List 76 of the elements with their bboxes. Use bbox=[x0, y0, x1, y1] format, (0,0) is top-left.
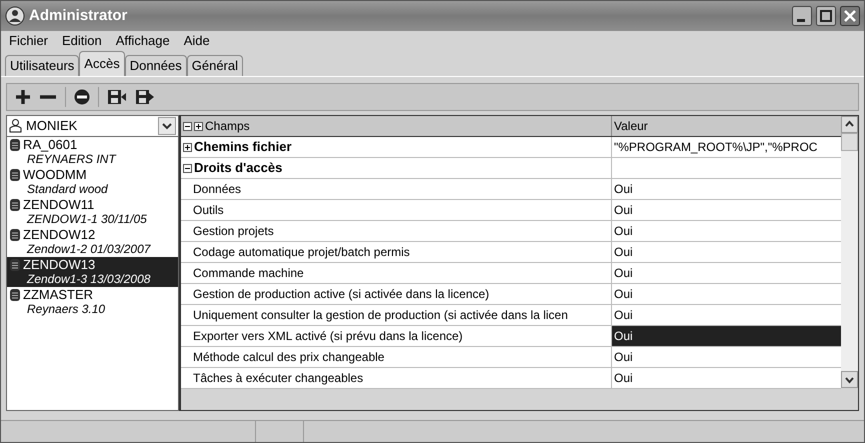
database-item[interactable]: ZENDOW13 Zendow1-3 13/03/2008 bbox=[7, 257, 178, 287]
table-cell[interactable]: Oui bbox=[612, 200, 841, 220]
database-name: RA_0601 bbox=[23, 138, 78, 151]
table-cell: Uniquement consulter la gestion de production (si activée dans la licen bbox=[181, 305, 612, 325]
table-cell: Tâches à exécuter changeables bbox=[181, 368, 612, 388]
column-header[interactable]: Champs bbox=[181, 116, 612, 136]
database-description: Zendow1-2 01/03/2007 bbox=[26, 242, 152, 257]
collapse-all-icon[interactable] bbox=[183, 122, 192, 130]
database-description: REYNAERS INT bbox=[26, 152, 118, 167]
minimize-icon[interactable] bbox=[792, 6, 812, 26]
table-cell: Données bbox=[181, 179, 612, 199]
menu-item[interactable]: Edition bbox=[62, 31, 102, 51]
expand-all-icon[interactable] bbox=[194, 122, 203, 130]
collapse-icon[interactable] bbox=[183, 164, 192, 172]
database-description: Zendow1-3 13/03/2008 bbox=[26, 272, 152, 287]
chevron-down-icon[interactable] bbox=[158, 117, 176, 135]
column-header[interactable]: Valeur bbox=[612, 116, 841, 136]
menu-item[interactable]: Affichage bbox=[116, 31, 170, 51]
remove-icon[interactable] bbox=[74, 89, 90, 105]
menu-item[interactable]: Aide bbox=[184, 31, 210, 51]
database-item[interactable]: ZENDOW11 ZENDOW1-1 30/11/05 bbox=[7, 197, 178, 227]
group-label: Chemins fichier bbox=[194, 138, 292, 156]
database-name: ZZMASTER bbox=[23, 288, 94, 301]
database-description: Standard wood bbox=[26, 182, 109, 197]
table-cell: Codage automatique projet/batch permis bbox=[181, 242, 612, 262]
database-item[interactable]: WOODMM Standard wood bbox=[7, 167, 178, 197]
table-cell: Gestion projets bbox=[181, 221, 612, 241]
database-name: ZENDOW12 bbox=[23, 228, 96, 241]
window-title: Administrator bbox=[29, 6, 128, 26]
database-description: Reynaers 3.10 bbox=[26, 302, 106, 317]
database-icon bbox=[9, 258, 21, 272]
database-icon bbox=[9, 198, 21, 212]
menu-item[interactable]: Fichier bbox=[9, 31, 48, 51]
table-cell[interactable]: Oui bbox=[612, 221, 841, 241]
table-cell: Méthode calcul des prix changeable bbox=[181, 347, 612, 367]
maximize-icon[interactable] bbox=[816, 6, 836, 26]
user-icon bbox=[9, 119, 22, 133]
table-cell[interactable]: Oui bbox=[612, 326, 841, 346]
scroll-up-icon[interactable] bbox=[841, 116, 858, 133]
export-icon[interactable] bbox=[135, 89, 155, 105]
add-icon[interactable] bbox=[15, 89, 31, 105]
database-icon bbox=[9, 228, 21, 242]
group-label: Droits d'accès bbox=[194, 159, 282, 178]
tab[interactable]: Général bbox=[186, 55, 243, 76]
database-item[interactable]: RA_0601 REYNAERS INT bbox=[7, 137, 178, 167]
app-icon bbox=[5, 6, 25, 26]
tab[interactable]: Accès bbox=[79, 51, 125, 76]
table-cell[interactable]: Oui bbox=[612, 305, 841, 325]
database-icon bbox=[9, 288, 21, 302]
tab[interactable]: Données bbox=[124, 55, 187, 76]
scrollbar[interactable] bbox=[841, 116, 858, 388]
database-name: ZENDOW13 bbox=[23, 258, 96, 271]
database-description: ZENDOW1-1 30/11/05 bbox=[26, 212, 148, 227]
scroll-thumb[interactable] bbox=[841, 133, 858, 151]
tab[interactable]: Utilisateurs bbox=[5, 55, 80, 76]
table-cell[interactable]: Oui bbox=[612, 284, 841, 304]
database-name: WOODMM bbox=[23, 168, 87, 181]
table-cell[interactable]: Oui bbox=[612, 179, 841, 199]
database-item[interactable]: ZENDOW12 Zendow1-2 01/03/2007 bbox=[7, 227, 178, 257]
database-name: ZENDOW11 bbox=[23, 198, 94, 211]
table-cell[interactable]: Oui bbox=[612, 263, 841, 283]
table-cell-text: "%PROGRAM_ROOT%\JP","%PROC bbox=[614, 139, 818, 156]
table-cell: Gestion de production active (si activée dans la licence) bbox=[181, 284, 612, 304]
table-cell[interactable]: Oui bbox=[612, 347, 841, 367]
scroll-down-icon[interactable] bbox=[841, 371, 858, 388]
user-dropdown[interactable]: MONIEK bbox=[7, 116, 178, 137]
table-cell[interactable]: Oui bbox=[612, 368, 841, 388]
table-cell: Outils bbox=[181, 200, 612, 220]
expand-icon[interactable] bbox=[183, 142, 192, 152]
table-cell[interactable]: Oui bbox=[612, 242, 841, 262]
database-icon bbox=[9, 138, 21, 152]
close-icon[interactable] bbox=[840, 6, 860, 26]
database-icon bbox=[9, 168, 21, 182]
table-cell: Commande machine bbox=[181, 263, 612, 283]
database-item[interactable]: ZZMASTER Reynaers 3.10 bbox=[7, 287, 178, 317]
import-icon[interactable] bbox=[107, 89, 127, 105]
